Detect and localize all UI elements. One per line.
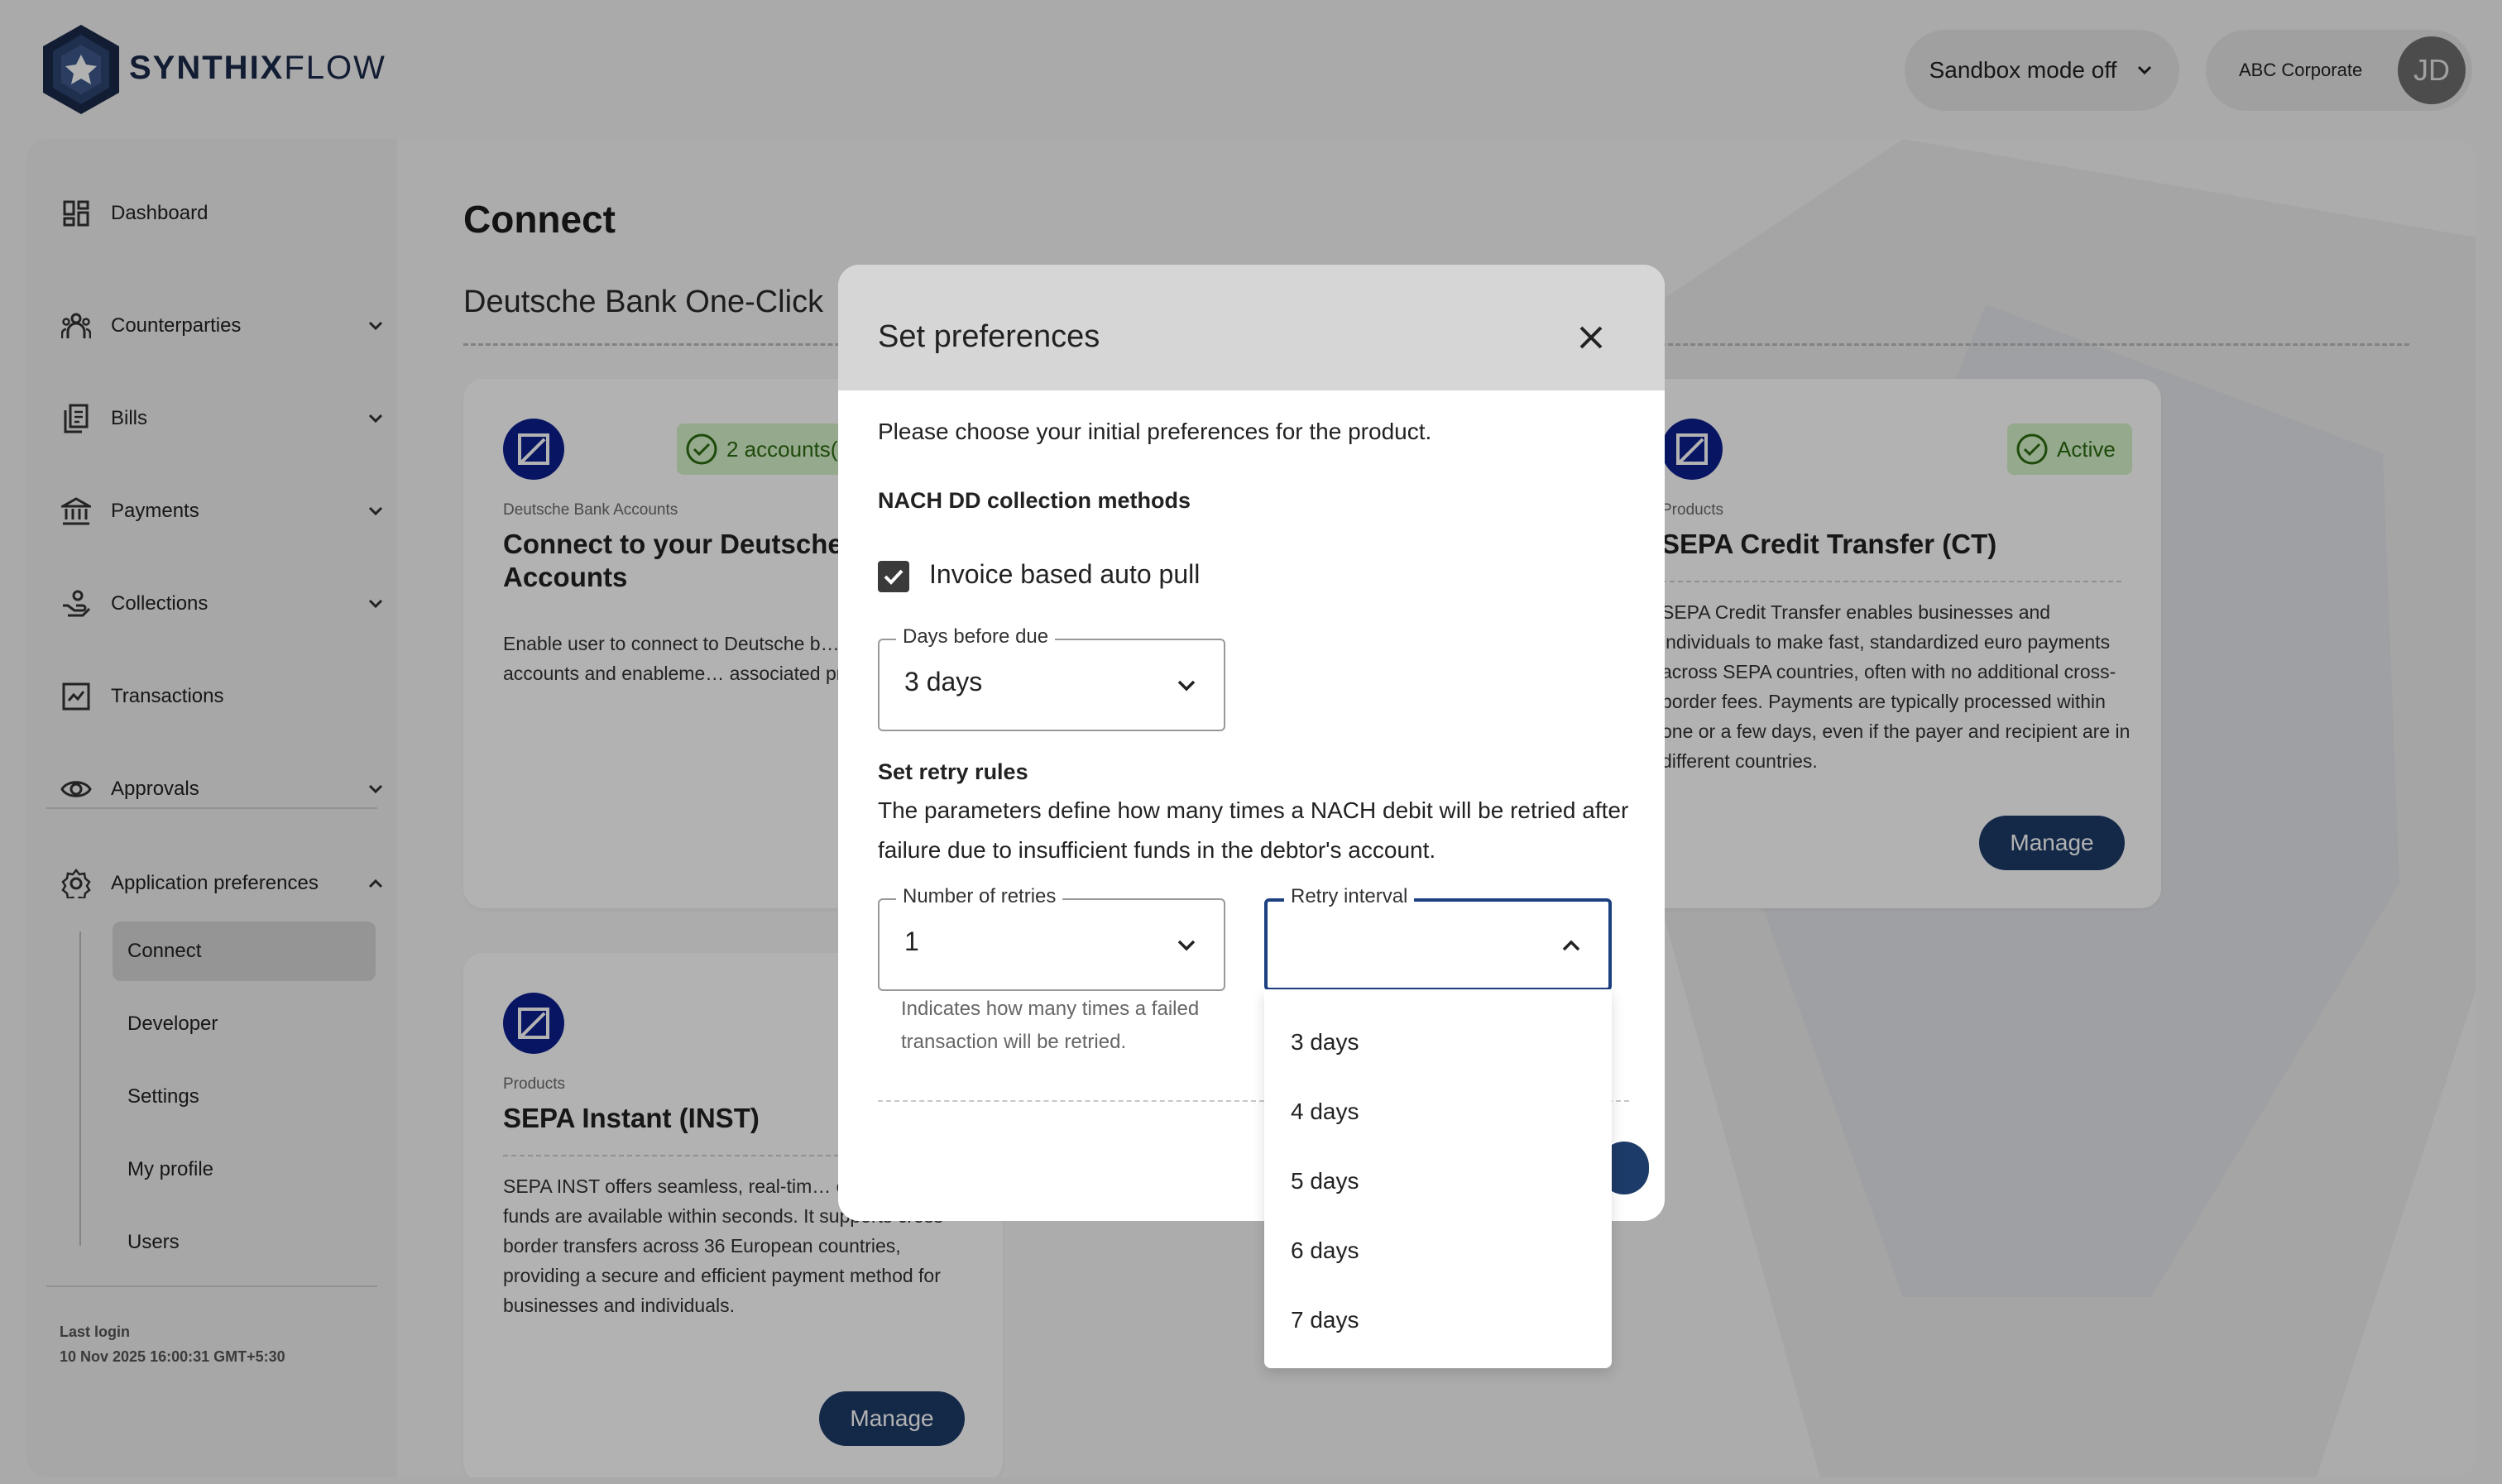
days-before-due-value: 3 days — [904, 667, 983, 697]
retry-interval-option[interactable]: 3 days — [1264, 1008, 1612, 1077]
retry-interval-select[interactable]: Retry interval — [1264, 885, 1612, 991]
close-icon[interactable] — [1573, 319, 1609, 356]
retry-interval-options: 3 days 4 days 5 days 6 days 7 days — [1264, 989, 1612, 1368]
modal-intro: Please choose your initial preferences f… — [878, 419, 1432, 444]
chevron-down-icon — [1177, 940, 1196, 951]
retry-rules-heading: Set retry rules — [878, 759, 1028, 784]
retry-rules-description: The parameters define how many times a N… — [878, 797, 1629, 863]
chevron-up-icon — [1562, 940, 1580, 951]
number-of-retries-helper: Indicates how many times a failed transa… — [901, 998, 1200, 1053]
number-of-retries-label: Number of retries — [896, 885, 1063, 908]
retry-interval-option[interactable]: 7 days — [1264, 1285, 1612, 1355]
retry-interval-option[interactable]: 4 days — [1264, 1077, 1612, 1147]
chevron-down-icon — [1177, 680, 1196, 692]
modal-title: Set preferences — [878, 319, 1100, 354]
collection-methods-heading: NACH DD collection methods — [878, 488, 1191, 513]
number-of-retries-select[interactable]: Number of retries 1 — [878, 885, 1225, 991]
modal-header: Set preferences — [838, 265, 1665, 390]
days-before-due-label: Days before due — [896, 625, 1056, 649]
invoice-auto-pull-checkbox[interactable] — [878, 561, 909, 592]
retry-interval-label: Retry interval — [1284, 885, 1415, 908]
checkmark-icon — [884, 569, 903, 585]
invoice-auto-pull-label[interactable]: Invoice based auto pull — [929, 559, 1200, 590]
retry-interval-option[interactable]: 5 days — [1264, 1147, 1612, 1216]
days-before-due-select[interactable]: Days before due 3 days — [878, 625, 1225, 731]
number-of-retries-value: 1 — [904, 926, 919, 956]
retry-interval-option[interactable]: 6 days — [1264, 1216, 1612, 1285]
